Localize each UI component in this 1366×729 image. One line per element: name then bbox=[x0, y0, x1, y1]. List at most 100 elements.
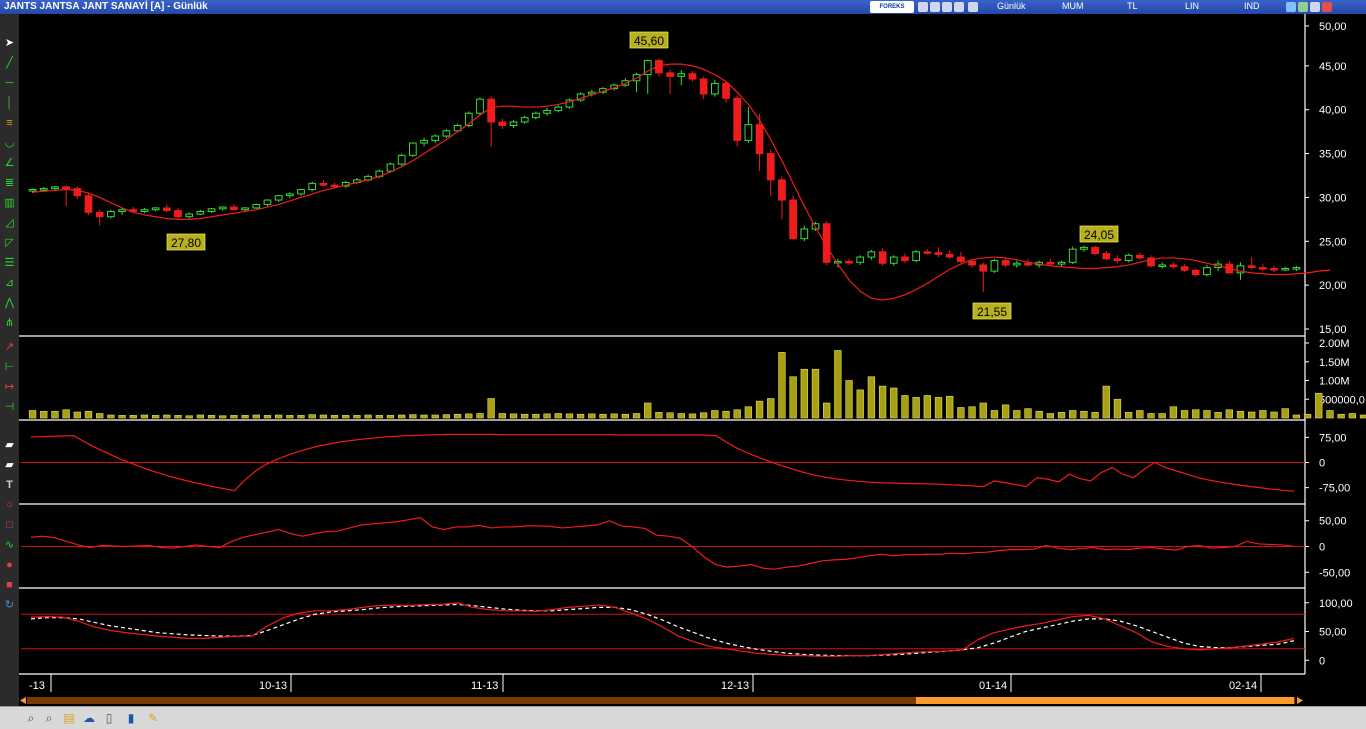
pitchfork-icon[interactable]: ⋔ bbox=[3, 316, 16, 330]
cursor-icon[interactable]: ➤ bbox=[3, 36, 16, 50]
arrow-right-icon[interactable]: ↦ bbox=[3, 380, 16, 394]
arc-icon[interactable]: ◡ bbox=[3, 136, 16, 150]
settings-icon[interactable] bbox=[942, 2, 952, 12]
volume-bar bbox=[1091, 412, 1099, 419]
indicator-menu[interactable]: IND bbox=[1244, 1, 1260, 11]
candle-body bbox=[487, 98, 495, 123]
period-menu[interactable]: Günlük bbox=[997, 1, 1026, 11]
candle-body bbox=[722, 82, 730, 99]
candle-body bbox=[51, 186, 59, 190]
zoom-icon[interactable] bbox=[954, 2, 964, 12]
chart-type-menu[interactable]: MUM bbox=[1062, 1, 1084, 11]
minimize-icon[interactable] bbox=[1298, 2, 1308, 12]
measure-icon[interactable]: ⊣ bbox=[3, 400, 16, 414]
fibonacci-icon[interactable]: ≡ bbox=[3, 116, 16, 130]
volume-bar bbox=[1359, 414, 1366, 419]
candle-body bbox=[308, 182, 317, 191]
layout-icon[interactable] bbox=[968, 2, 978, 12]
cycle-icon[interactable]: ↻ bbox=[3, 598, 16, 612]
volume-bar bbox=[733, 409, 741, 419]
volume-bar bbox=[163, 414, 171, 419]
candle-body bbox=[856, 256, 865, 263]
volume-bar bbox=[476, 413, 484, 419]
chart-area[interactable]: 50,00 45,00 40,00 35,00 30,00 25,00 20,00 15,00… bbox=[19, 14, 1366, 706]
eraser-all-icon[interactable]: ▰ bbox=[3, 458, 16, 472]
candle-body bbox=[979, 264, 988, 272]
candle-body bbox=[1001, 260, 1010, 266]
candle-body bbox=[845, 260, 853, 264]
parallel-icon[interactable]: ◸ bbox=[3, 236, 16, 250]
grid-icon[interactable]: ▥ bbox=[3, 196, 16, 210]
indicator3-axis-label: 0 bbox=[1319, 655, 1325, 667]
volume-bar bbox=[644, 402, 652, 419]
volume-axis-label: 1.50M bbox=[1319, 357, 1350, 369]
candle-body bbox=[554, 106, 563, 112]
cloud-icon[interactable]: ☁ bbox=[82, 711, 96, 725]
currency-menu[interactable]: TL bbox=[1127, 1, 1138, 11]
zigzag-icon[interactable]: ⋀ bbox=[3, 296, 16, 310]
candle-body bbox=[912, 251, 921, 262]
trend-line-icon[interactable]: ╱ bbox=[3, 56, 16, 70]
volume-bar bbox=[1292, 414, 1301, 419]
candle-body bbox=[778, 179, 786, 201]
volume-bar bbox=[1001, 404, 1010, 419]
gann-icon[interactable]: ◿ bbox=[3, 216, 16, 230]
filled-rectangle-icon[interactable]: ■ bbox=[3, 578, 16, 592]
candle-body bbox=[386, 163, 395, 172]
candle-body bbox=[532, 112, 540, 119]
document-icon[interactable]: ▯ bbox=[102, 711, 116, 725]
candle-body bbox=[901, 256, 909, 262]
horizontal-line-icon[interactable]: ─ bbox=[3, 76, 16, 90]
zoom-out-icon[interactable]: ⌕ bbox=[42, 711, 56, 725]
text-icon[interactable]: T bbox=[3, 478, 16, 492]
database-icon[interactable]: ▮ bbox=[124, 711, 138, 725]
ellipse-icon[interactable]: ○ bbox=[3, 498, 16, 512]
volume-axis-label: 2.00M bbox=[1319, 338, 1350, 350]
volume-bar bbox=[1136, 410, 1144, 419]
candle-body bbox=[1057, 261, 1066, 265]
volume-bar bbox=[196, 414, 205, 419]
volume-bar bbox=[1080, 410, 1088, 419]
print-icon[interactable] bbox=[918, 2, 928, 12]
zoom-in-icon[interactable]: ⌕ bbox=[24, 711, 38, 725]
vertical-line-icon[interactable]: │ bbox=[3, 96, 16, 110]
eraser-icon[interactable]: ▰ bbox=[3, 438, 16, 452]
volume-bar bbox=[934, 397, 943, 419]
pin-icon[interactable] bbox=[1286, 2, 1296, 12]
candle-body bbox=[1281, 267, 1290, 271]
volume-bar bbox=[1259, 410, 1267, 419]
volume-axis-label: 1.00M bbox=[1319, 376, 1350, 388]
candle-body bbox=[185, 213, 194, 218]
volume-bar bbox=[1169, 406, 1178, 419]
volume-bar bbox=[274, 414, 283, 419]
close-icon[interactable] bbox=[1322, 2, 1332, 12]
arrow-icon[interactable]: ↗ bbox=[3, 340, 16, 354]
filled-ellipse-icon[interactable]: ● bbox=[3, 558, 16, 572]
edit-icon[interactable]: ✎ bbox=[146, 711, 160, 725]
speed-line-icon[interactable]: ⊿ bbox=[3, 276, 16, 290]
maximize-icon[interactable] bbox=[1310, 2, 1320, 12]
horizontal-scrollbar[interactable] bbox=[20, 697, 1303, 704]
rectangle-icon[interactable]: □ bbox=[3, 518, 16, 532]
volume-bar bbox=[1013, 410, 1021, 419]
folder-icon[interactable]: ▤ bbox=[62, 711, 76, 725]
volume-bar bbox=[1147, 413, 1155, 419]
volume-bar bbox=[151, 415, 160, 419]
candle-body bbox=[84, 195, 93, 213]
marker-icon[interactable]: ⊢ bbox=[3, 360, 16, 374]
volume-bar bbox=[521, 413, 529, 419]
volume-bar bbox=[699, 412, 708, 419]
volume-bar bbox=[342, 415, 350, 419]
levels-icon[interactable]: ☰ bbox=[3, 256, 16, 270]
refresh-icon[interactable] bbox=[930, 2, 940, 12]
volume-bar bbox=[811, 368, 820, 419]
fan-icon[interactable]: ∠ bbox=[3, 156, 16, 170]
candle-body bbox=[677, 73, 686, 77]
channel-icon[interactable]: ≣ bbox=[3, 176, 16, 190]
volume-bar bbox=[1337, 413, 1345, 419]
candle-body bbox=[297, 189, 305, 195]
candle-body bbox=[1259, 267, 1267, 270]
curve-icon[interactable]: ∿ bbox=[3, 538, 16, 552]
x-axis-label: 10-13 bbox=[259, 680, 287, 692]
scale-menu[interactable]: LIN bbox=[1185, 1, 1199, 11]
